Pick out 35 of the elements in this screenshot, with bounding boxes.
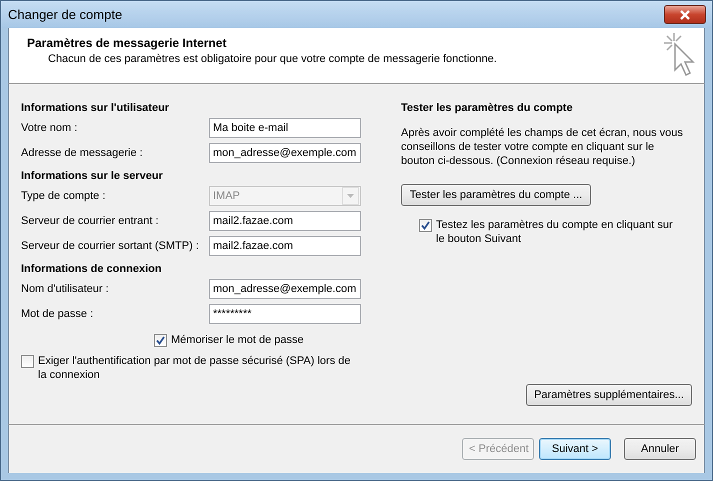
field-label: Serveur de courrier entrant : <box>21 215 159 227</box>
checkbox-label: Testez les paramètres du compte en cliquant sur le bouton Suivant <box>436 218 674 246</box>
header-subtitle: Chacun de ces paramètres est obligatoire pour que votre compte de messagerie fonctionne. <box>47 53 497 65</box>
input-field[interactable]: mon_adresse@exemple.com <box>209 143 361 163</box>
checkbox[interactable] <box>21 355 34 368</box>
input-field[interactable]: ********* <box>209 304 361 324</box>
header-title: Paramètres de messagerie Internet <box>27 36 228 50</box>
dialog-button[interactable]: Suivant > <box>539 438 611 460</box>
checkbox-label: Mémoriser le mot de passe <box>171 333 304 347</box>
input-field[interactable]: mail2.fazae.com <box>209 211 361 231</box>
input-field[interactable]: mail2.fazae.com <box>209 236 361 256</box>
close-icon <box>679 10 691 20</box>
section-heading: Tester les paramètres du compte <box>401 101 574 116</box>
checkbox-label: Exiger l'authentification par mot de passe sécurisé (SPA) lors de la connexion <box>38 354 352 382</box>
section-heading: Informations sur le serveur <box>21 169 164 184</box>
window-title: Changer de compte <box>8 7 122 22</box>
test-description: Après avoir complété les champs de cet écran, nous vous conseillons de tester votre compte en cliquant sur le bouton ci-dessous. (Connexion réseau requise.) <box>401 126 683 168</box>
section-heading: Informations de connexion <box>21 262 163 277</box>
field-label: Mot de passe : <box>21 308 94 320</box>
close-button[interactable] <box>664 5 706 24</box>
input-field[interactable]: mon_adresse@exemple.com <box>209 279 361 299</box>
field-label: Type de compte : <box>21 190 106 202</box>
checkbox[interactable] <box>154 334 167 347</box>
checkbox[interactable] <box>419 219 432 232</box>
input-field[interactable]: Ma boite e-mail <box>209 118 361 138</box>
test-settings-button[interactable]: Tester les paramètres du compte ... <box>401 184 591 206</box>
caret-icon <box>347 194 354 198</box>
cursor-click-icon <box>662 31 696 77</box>
field-label: Nom d'utilisateur : <box>21 283 109 295</box>
dialog-button[interactable]: Annuler <box>624 438 696 460</box>
field-label: Votre nom : <box>21 122 78 134</box>
more-settings-button[interactable]: Paramètres supplémentaires... <box>526 384 692 406</box>
field-label: Serveur de courrier sortant (SMTP) : <box>21 240 199 252</box>
field-label: Adresse de messagerie : <box>21 147 143 159</box>
section-heading: Informations sur l'utilisateur <box>21 101 170 116</box>
